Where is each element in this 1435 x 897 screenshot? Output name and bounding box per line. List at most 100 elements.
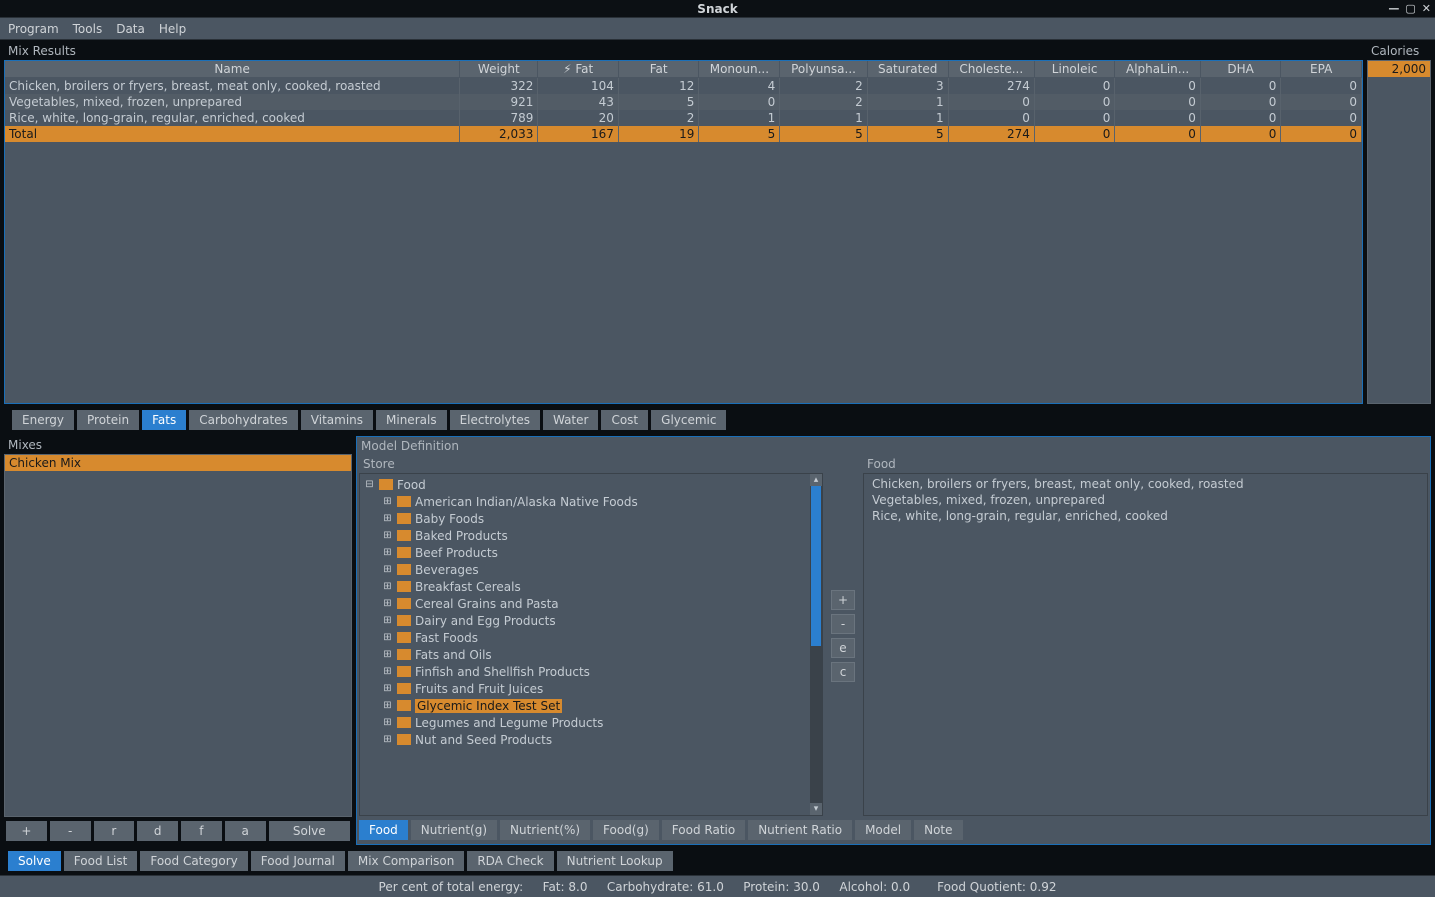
col-choleste[interactable]: Choleste...	[948, 61, 1034, 78]
close-icon[interactable]: ✕	[1422, 2, 1431, 15]
mixes-btn--[interactable]: -	[50, 821, 91, 841]
col-alphalin[interactable]: AlphaLin...	[1115, 61, 1200, 78]
tree-item[interactable]: ⊞Finfish and Shellfish Products	[362, 663, 820, 680]
tree-item[interactable]: ⊞Baby Foods	[362, 510, 820, 527]
col-dha[interactable]: DHA	[1200, 61, 1281, 78]
tab-minerals[interactable]: Minerals	[376, 410, 447, 430]
scrollbar[interactable]: ▴ ▾	[810, 474, 822, 815]
scroll-up-icon[interactable]: ▴	[810, 474, 822, 486]
bottom-tab-rda-check[interactable]: RDA Check	[467, 851, 553, 871]
maximize-icon[interactable]: ▢	[1405, 2, 1415, 15]
col-saturated[interactable]: Saturated	[867, 61, 948, 78]
tree-expand-icon[interactable]: ⊞	[382, 496, 393, 507]
tab-electrolytes[interactable]: Electrolytes	[450, 410, 540, 430]
col-polyunsa[interactable]: Polyunsa...	[780, 61, 867, 78]
tab-fats[interactable]: Fats	[142, 410, 186, 430]
tree-expand-icon[interactable]: ⊞	[382, 513, 393, 524]
bottom-tab-food-list[interactable]: Food List	[64, 851, 138, 871]
scroll-thumb[interactable]	[811, 486, 821, 646]
model-tab-food-ratio[interactable]: Food Ratio	[662, 820, 745, 840]
calories-value[interactable]: 2,000	[1368, 61, 1430, 77]
mixes-btn-r[interactable]: r	[94, 821, 135, 841]
food-item[interactable]: Chicken, broilers or fryers, breast, mea…	[868, 476, 1423, 492]
tree-item[interactable]: ⊞American Indian/Alaska Native Foods	[362, 493, 820, 510]
table-row[interactable]: Chicken, broilers or fryers, breast, mea…	[5, 78, 1362, 95]
tree-expand-icon[interactable]: ⊞	[382, 632, 393, 643]
col-name[interactable]: Name	[5, 61, 460, 78]
col-fat[interactable]: Fat	[618, 61, 699, 78]
tab-carbohydrates[interactable]: Carbohydrates	[189, 410, 298, 430]
tree-item[interactable]: ⊞Dairy and Egg Products	[362, 612, 820, 629]
store-btn-c[interactable]: c	[831, 662, 855, 682]
tree-expand-icon[interactable]: ⊞	[382, 717, 393, 728]
scroll-down-icon[interactable]: ▾	[810, 803, 822, 815]
mixes-btn-d[interactable]: d	[137, 821, 178, 841]
tree-item[interactable]: ⊞Breakfast Cereals	[362, 578, 820, 595]
tree-expand-icon[interactable]: ⊞	[382, 700, 393, 711]
model-tab-food[interactable]: Food	[359, 820, 408, 840]
model-tab-nutrient-ratio[interactable]: Nutrient Ratio	[748, 820, 852, 840]
menu-help[interactable]: Help	[159, 22, 186, 36]
model-tab-nutrient-[interactable]: Nutrient(%)	[500, 820, 590, 840]
store-btn--[interactable]: -	[831, 614, 855, 634]
mixes-btn-a[interactable]: a	[225, 821, 266, 841]
menu-program[interactable]: Program	[8, 22, 59, 36]
tree-expand-icon[interactable]: ⊞	[382, 683, 393, 694]
model-tab-model[interactable]: Model	[855, 820, 911, 840]
tree-item[interactable]: ⊞Fats and Oils	[362, 646, 820, 663]
tree-item[interactable]: ⊞Fruits and Fruit Juices	[362, 680, 820, 697]
food-item[interactable]: Vegetables, mixed, frozen, unprepared	[868, 492, 1423, 508]
tree-expand-icon[interactable]: ⊞	[382, 734, 393, 745]
tree-expand-icon[interactable]: ⊞	[382, 598, 393, 609]
col-monoun[interactable]: Monoun...	[699, 61, 780, 78]
food-list[interactable]: Chicken, broilers or fryers, breast, mea…	[863, 473, 1428, 816]
tree-item[interactable]: ⊞Baked Products	[362, 527, 820, 544]
tree-item[interactable]: ⊞Legumes and Legume Products	[362, 714, 820, 731]
col-fat-energy[interactable]: ⚡ Fat	[538, 61, 619, 78]
bottom-tab-nutrient-lookup[interactable]: Nutrient Lookup	[557, 851, 673, 871]
mix-results-table[interactable]: Name Weight ⚡ Fat Fat Monoun... Polyunsa…	[5, 61, 1362, 142]
store-btn-e[interactable]: e	[831, 638, 855, 658]
tab-energy[interactable]: Energy	[12, 410, 74, 430]
model-tab-food-g-[interactable]: Food(g)	[593, 820, 659, 840]
bottom-tab-food-category[interactable]: Food Category	[140, 851, 247, 871]
model-tab-nutrient-g-[interactable]: Nutrient(g)	[411, 820, 497, 840]
col-weight[interactable]: Weight	[460, 61, 538, 78]
table-row[interactable]: Vegetables, mixed, frozen, unprepared921…	[5, 94, 1362, 110]
minimize-icon[interactable]: —	[1388, 2, 1399, 15]
tree-item[interactable]: ⊞Nut and Seed Products	[362, 731, 820, 748]
tree-expand-icon[interactable]: ⊞	[382, 649, 393, 660]
mix-item[interactable]: Chicken Mix	[5, 455, 351, 471]
tree-expand-icon[interactable]: ⊞	[382, 564, 393, 575]
tab-glycemic[interactable]: Glycemic	[651, 410, 726, 430]
tree-item[interactable]: ⊞Beverages	[362, 561, 820, 578]
tab-vitamins[interactable]: Vitamins	[301, 410, 373, 430]
tree-expand-icon[interactable]: ⊞	[382, 615, 393, 626]
tree-item[interactable]: ⊞Cereal Grains and Pasta	[362, 595, 820, 612]
tree-item[interactable]: ⊞Glycemic Index Test Set	[362, 697, 820, 714]
tree-item[interactable]: ⊞Fast Foods	[362, 629, 820, 646]
tree-item[interactable]: ⊞Beef Products	[362, 544, 820, 561]
mixes-list[interactable]: Chicken Mix	[4, 454, 352, 817]
table-row[interactable]: Rice, white, long-grain, regular, enrich…	[5, 110, 1362, 126]
menu-tools[interactable]: Tools	[73, 22, 103, 36]
bottom-tab-solve[interactable]: Solve	[8, 851, 61, 871]
food-item[interactable]: Rice, white, long-grain, regular, enrich…	[868, 508, 1423, 524]
tab-cost[interactable]: Cost	[601, 410, 648, 430]
bottom-tab-food-journal[interactable]: Food Journal	[251, 851, 345, 871]
tab-protein[interactable]: Protein	[77, 410, 139, 430]
store-btn-+[interactable]: +	[831, 590, 855, 610]
tree-expand-icon[interactable]: ⊞	[382, 581, 393, 592]
tree-collapse-icon[interactable]: ⊟	[364, 479, 375, 490]
bottom-tab-mix-comparison[interactable]: Mix Comparison	[348, 851, 464, 871]
store-tree[interactable]: ⊟ Food⊞American Indian/Alaska Native Food…	[359, 473, 823, 816]
mixes-btn-solve[interactable]: Solve	[269, 821, 351, 841]
tree-expand-icon[interactable]: ⊞	[382, 530, 393, 541]
tree-root-label[interactable]: Food	[397, 478, 426, 492]
menu-data[interactable]: Data	[116, 22, 145, 36]
col-epa[interactable]: EPA	[1281, 61, 1362, 78]
tree-expand-icon[interactable]: ⊞	[382, 666, 393, 677]
tab-water[interactable]: Water	[543, 410, 598, 430]
mixes-btn-+[interactable]: +	[6, 821, 47, 841]
col-linoleic[interactable]: Linoleic	[1034, 61, 1115, 78]
